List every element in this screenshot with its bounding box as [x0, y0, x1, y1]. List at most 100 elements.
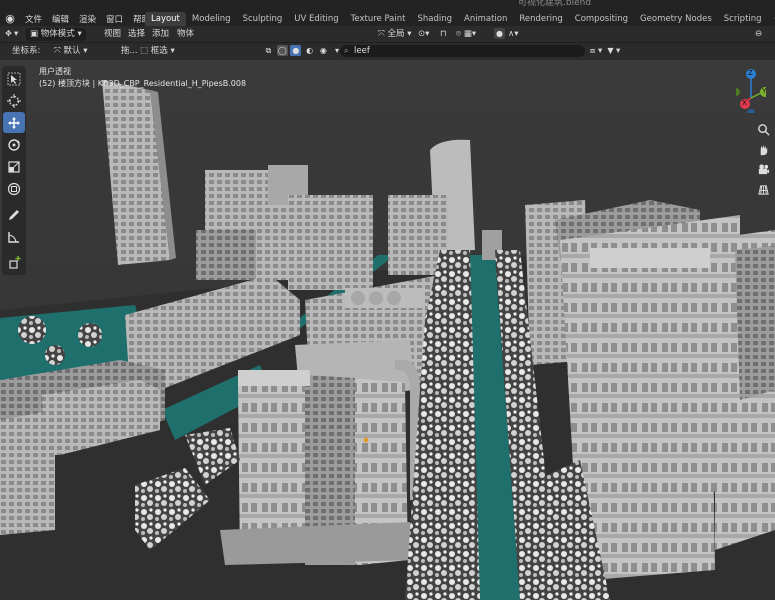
rotate-icon: [8, 138, 20, 151]
grid-icon: ▦: [463, 29, 472, 39]
add-workspace-button[interactable]: +: [768, 12, 775, 26]
window-title: 可视化建筑.blend: [518, 0, 592, 8]
menu-object[interactable]: 物体: [177, 28, 194, 41]
funnel-icon[interactable]: ▼: [605, 45, 616, 56]
transform-icon: ✥: [5, 29, 12, 38]
menu-render[interactable]: 渲染: [74, 13, 101, 25]
rotate-tool[interactable]: [3, 134, 25, 155]
3d-viewport[interactable]: Z Y X: [0, 60, 775, 600]
annotate-tool[interactable]: [3, 204, 25, 225]
main-menu: ◉ 文件 编辑 渲染 窗口 帮助: [0, 12, 155, 26]
object-info: (52) 楼顶方块 | KB3D_CBP_Residential_H_Pipes…: [39, 79, 247, 88]
tab-rendering[interactable]: Rendering: [513, 12, 568, 26]
orientation-dropdown[interactable]: ⤧ 全局 ▾: [378, 28, 412, 41]
solid-shading-icon[interactable]: ●: [290, 45, 302, 56]
select-mode-label: 框选: [150, 46, 168, 56]
tab-geometry-nodes[interactable]: Geometry Nodes: [634, 12, 718, 26]
gizmo-z-label: Z: [748, 69, 753, 77]
tab-uv-editing[interactable]: UV Editing: [288, 12, 344, 26]
snap-dropdown[interactable]: ⌾ ▦▾: [456, 28, 476, 41]
zoom-magnifier-icon: [757, 123, 770, 136]
workspace-tabs: Layout Modeling Sculpting UV Editing Tex…: [145, 12, 775, 26]
tab-sculpting[interactable]: Sculpting: [237, 12, 289, 26]
move-tool[interactable]: [3, 112, 25, 133]
xray-icon[interactable]: ⧉: [263, 45, 274, 56]
orientation-icon: ⤧: [378, 29, 385, 39]
gizmo-y-label: Y: [762, 87, 767, 95]
cursor-tool[interactable]: [3, 90, 25, 111]
city-scene: [0, 60, 775, 600]
object-mode-icon: ▣: [30, 29, 39, 39]
outliner-search-field[interactable]: ⌕ leef: [340, 45, 585, 57]
view-options-button[interactable]: ⊖: [755, 28, 762, 41]
coord-system-label: 坐标系:: [12, 46, 41, 56]
top-bar: 可视化建筑.blend ◉ 文件 编辑 渲染 窗口 帮助 Layout Mode…: [0, 0, 775, 26]
grid-perspective-icon: [757, 184, 769, 195]
add-cube-icon: [9, 255, 21, 269]
scale-tool[interactable]: [3, 156, 25, 177]
menu-window[interactable]: 窗口: [101, 13, 128, 25]
display-filter-icon[interactable]: ⧈: [587, 45, 598, 56]
ruler-icon: [8, 231, 19, 243]
falloff-dropdown[interactable]: ∧▾: [508, 28, 519, 41]
wireframe-shading-icon[interactable]: ◯: [276, 45, 288, 56]
snap-magnet-icon: ⊓: [440, 29, 447, 39]
navigation-gizmo[interactable]: Z Y X: [732, 68, 770, 117]
snap-toggle[interactable]: ⊓: [440, 28, 447, 41]
viewport-header: ✥ ▾ ▣ 物体模式 ▾ 视图 选择 添加 物体 ⤧ 全局 ▾ ⊙▾ ⊓ ⌾ ▦▾…: [0, 26, 775, 43]
tab-modeling[interactable]: Modeling: [186, 12, 237, 26]
chevron-down-icon: ▾: [83, 46, 88, 56]
measure-tool[interactable]: [3, 226, 25, 247]
perspective-toggle-button[interactable]: [754, 180, 772, 198]
proportional-icon: ●: [494, 28, 505, 39]
select-mode-dropdown[interactable]: ⬚ 框选 ▾: [140, 45, 175, 58]
camera-view-button[interactable]: [754, 160, 772, 178]
gizmo-x-label: X: [742, 99, 747, 107]
menu-add[interactable]: 添加: [152, 28, 169, 41]
transform-tool[interactable]: [3, 178, 25, 199]
scale-icon: [8, 160, 20, 173]
editor-type-button[interactable]: ✥ ▾: [3, 28, 18, 41]
tab-compositing[interactable]: Compositing: [569, 12, 634, 26]
chevron-down-icon: ▾: [407, 29, 412, 39]
select-tool[interactable]: [3, 68, 25, 89]
filter-controls: ⧈ ▾ ▼ ▾: [587, 45, 620, 58]
add-cube-tool[interactable]: [3, 252, 25, 273]
3d-cursor-icon: [7, 93, 21, 108]
coord-icon: ⤧: [54, 46, 61, 56]
coord-system-dropdown[interactable]: ⤧ 默认 ▾: [54, 45, 88, 58]
search-icon: ⌕: [344, 46, 349, 55]
menu-file[interactable]: 文件: [20, 13, 47, 25]
mode-dropdown[interactable]: ▣ 物体模式 ▾: [26, 28, 86, 41]
view-name: 用户透视: [39, 67, 71, 76]
falloff-curve-icon: ∧: [508, 29, 515, 39]
transform-gizmo-icon: [7, 182, 21, 195]
tool-shelf: [2, 66, 26, 275]
proportional-edit-toggle[interactable]: ●: [494, 28, 505, 41]
tab-scripting[interactable]: Scripting: [718, 12, 768, 26]
tab-animation[interactable]: Animation: [458, 12, 513, 26]
tab-texture-paint[interactable]: Texture Paint: [345, 12, 412, 26]
pivot-dropdown[interactable]: ⊙▾: [418, 28, 429, 41]
tab-shading[interactable]: Shading: [411, 12, 458, 26]
menu-view[interactable]: 视图: [104, 28, 121, 41]
rendered-shading-icon[interactable]: ◉: [318, 45, 329, 56]
snap-target-icon: ⌾: [456, 29, 462, 39]
box-select-icon: ⬚: [140, 46, 149, 56]
cursor-arrow-icon: [7, 72, 21, 85]
camera-icon: [758, 163, 769, 174]
blender-logo-icon[interactable]: ◉: [4, 13, 16, 25]
menu-edit[interactable]: 编辑: [47, 13, 74, 25]
menu-select[interactable]: 选择: [128, 28, 145, 41]
material-shading-icon[interactable]: ◐: [304, 45, 315, 56]
tab-layout[interactable]: Layout: [145, 12, 186, 26]
viewport-options-icon: ⊖: [755, 29, 763, 39]
pivot-icon: ⊙: [418, 29, 426, 39]
viewport-info: 用户透视 (52) 楼顶方块 | KB3D_CBP_Residential_H_…: [39, 66, 246, 90]
zoom-button[interactable]: [754, 120, 772, 138]
chevron-down-icon: ▾: [170, 46, 175, 56]
hand-icon: [760, 144, 767, 155]
mode-label: 物体模式: [40, 29, 75, 39]
pan-button[interactable]: [754, 140, 772, 158]
chevron-down-icon: ▾: [77, 29, 82, 39]
